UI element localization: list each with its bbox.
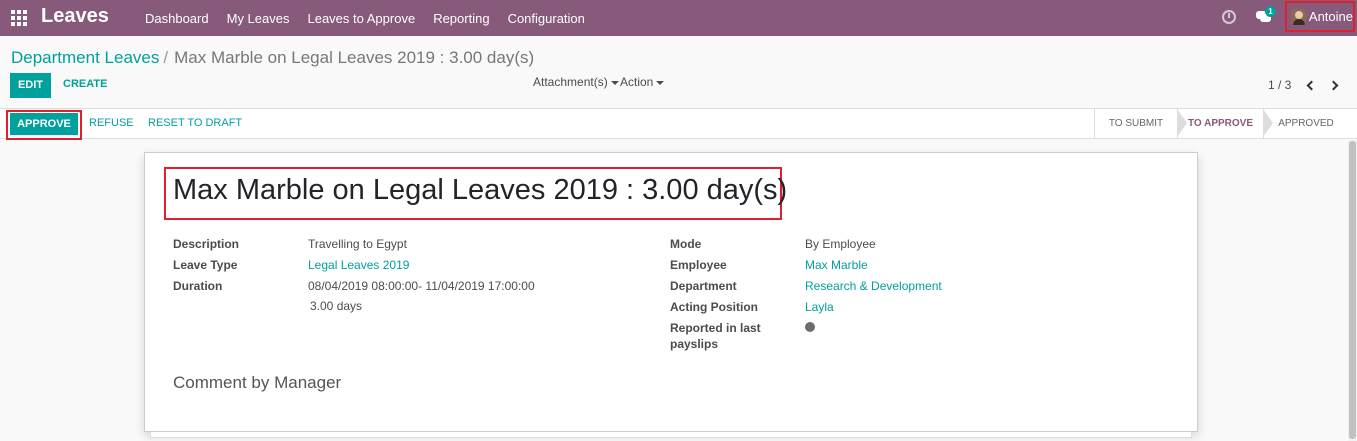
edit-button[interactable]: EDIT — [10, 73, 51, 98]
caret-down-icon — [656, 80, 665, 85]
action-label: Action — [620, 75, 654, 89]
activity-clock-icon[interactable] — [1222, 10, 1236, 24]
refuse-button[interactable]: REFUSE — [89, 117, 134, 129]
page-scrollbar-thumb[interactable] — [1349, 141, 1356, 439]
chevron-right-icon — [1328, 80, 1339, 91]
apps-menu-icon[interactable] — [11, 10, 27, 26]
pager-value[interactable]: 1 / 3 — [1268, 78, 1291, 92]
breadcrumb-parent-link[interactable]: Department Leaves — [11, 48, 159, 67]
chat-count-badge: 1 — [1265, 6, 1276, 17]
attachments-dropdown[interactable]: Attachment(s) — [533, 75, 619, 89]
description-value: Travelling to Egypt — [308, 237, 407, 251]
mode-value: By Employee — [805, 237, 876, 251]
user-name: Antoine — [1308, 9, 1353, 24]
duration-days: 3.00 days — [310, 299, 363, 313]
comment-section-title: Comment by Manager — [173, 373, 342, 392]
leave-title: Max Marble on Legal Leaves 2019 : 3.00 d… — [173, 174, 788, 206]
app-brand: Leaves — [41, 5, 109, 27]
leave-type-label: Leave Type — [173, 258, 238, 272]
breadcrumb-current: Max Marble on Legal Leaves 2019 : 3.00 d… — [174, 48, 535, 67]
stage-to-submit[interactable]: TO SUBMIT — [1094, 109, 1177, 138]
department-link[interactable]: Research & Development — [805, 276, 942, 296]
create-button[interactable]: CREATE — [63, 78, 107, 90]
caret-down-icon — [610, 80, 619, 85]
menu-item-dashboard[interactable]: Dashboard — [145, 11, 209, 26]
duration-label: Duration — [173, 279, 223, 293]
action-dropdown[interactable]: Action — [620, 75, 665, 89]
acting-position-link[interactable]: Layla — [805, 297, 834, 317]
user-menu[interactable]: Antoine — [1285, 1, 1355, 32]
reported-label-line2: payslips — [670, 337, 719, 351]
menu-item-my-leaves[interactable]: My Leaves — [227, 11, 290, 26]
employee-link[interactable]: Max Marble — [805, 255, 868, 275]
menu-item-configuration[interactable]: Configuration — [508, 11, 585, 26]
breadcrumb: Department Leaves / Max Marble on Legal Le… — [11, 48, 534, 68]
stage-arrow-divider — [1177, 109, 1187, 137]
reported-status-dot-icon — [805, 322, 815, 332]
menu-item-reporting[interactable]: Reporting — [433, 11, 489, 26]
pager-previous-button[interactable] — [1304, 79, 1318, 93]
attachments-label: Attachment(s) — [533, 75, 608, 89]
breadcrumb-separator: / — [163, 48, 169, 67]
approve-button[interactable]: APPROVE — [10, 113, 78, 135]
top-navbar: Leaves Dashboard My Leaves Leaves to App… — [0, 0, 1357, 36]
leave-type-link[interactable]: Legal Leaves 2019 — [308, 255, 409, 275]
stage-arrow-divider — [1263, 109, 1273, 137]
duration-dates: 08/04/2019 08:00:00- 11/04/2019 17:00:00 — [308, 279, 535, 293]
main-menu: Dashboard My Leaves Leaves to Approve Re… — [145, 0, 603, 36]
form-sheet-shadow — [150, 432, 1192, 438]
description-label: Description — [173, 237, 240, 251]
stage-approved[interactable]: APPROVED — [1263, 109, 1348, 138]
pager-next-button[interactable] — [1328, 79, 1342, 93]
employee-label: Employee — [670, 258, 727, 272]
user-avatar — [1291, 8, 1306, 25]
department-label: Department — [670, 279, 737, 293]
menu-item-leaves-to-approve[interactable]: Leaves to Approve — [307, 11, 415, 26]
reset-to-draft-button[interactable]: RESET TO DRAFT — [148, 117, 242, 129]
mode-label: Mode — [670, 237, 702, 251]
chevron-left-icon — [1306, 80, 1317, 91]
stage-to-approve[interactable]: TO APPROVE — [1177, 109, 1263, 138]
acting-position-label: Acting Position — [670, 300, 758, 314]
